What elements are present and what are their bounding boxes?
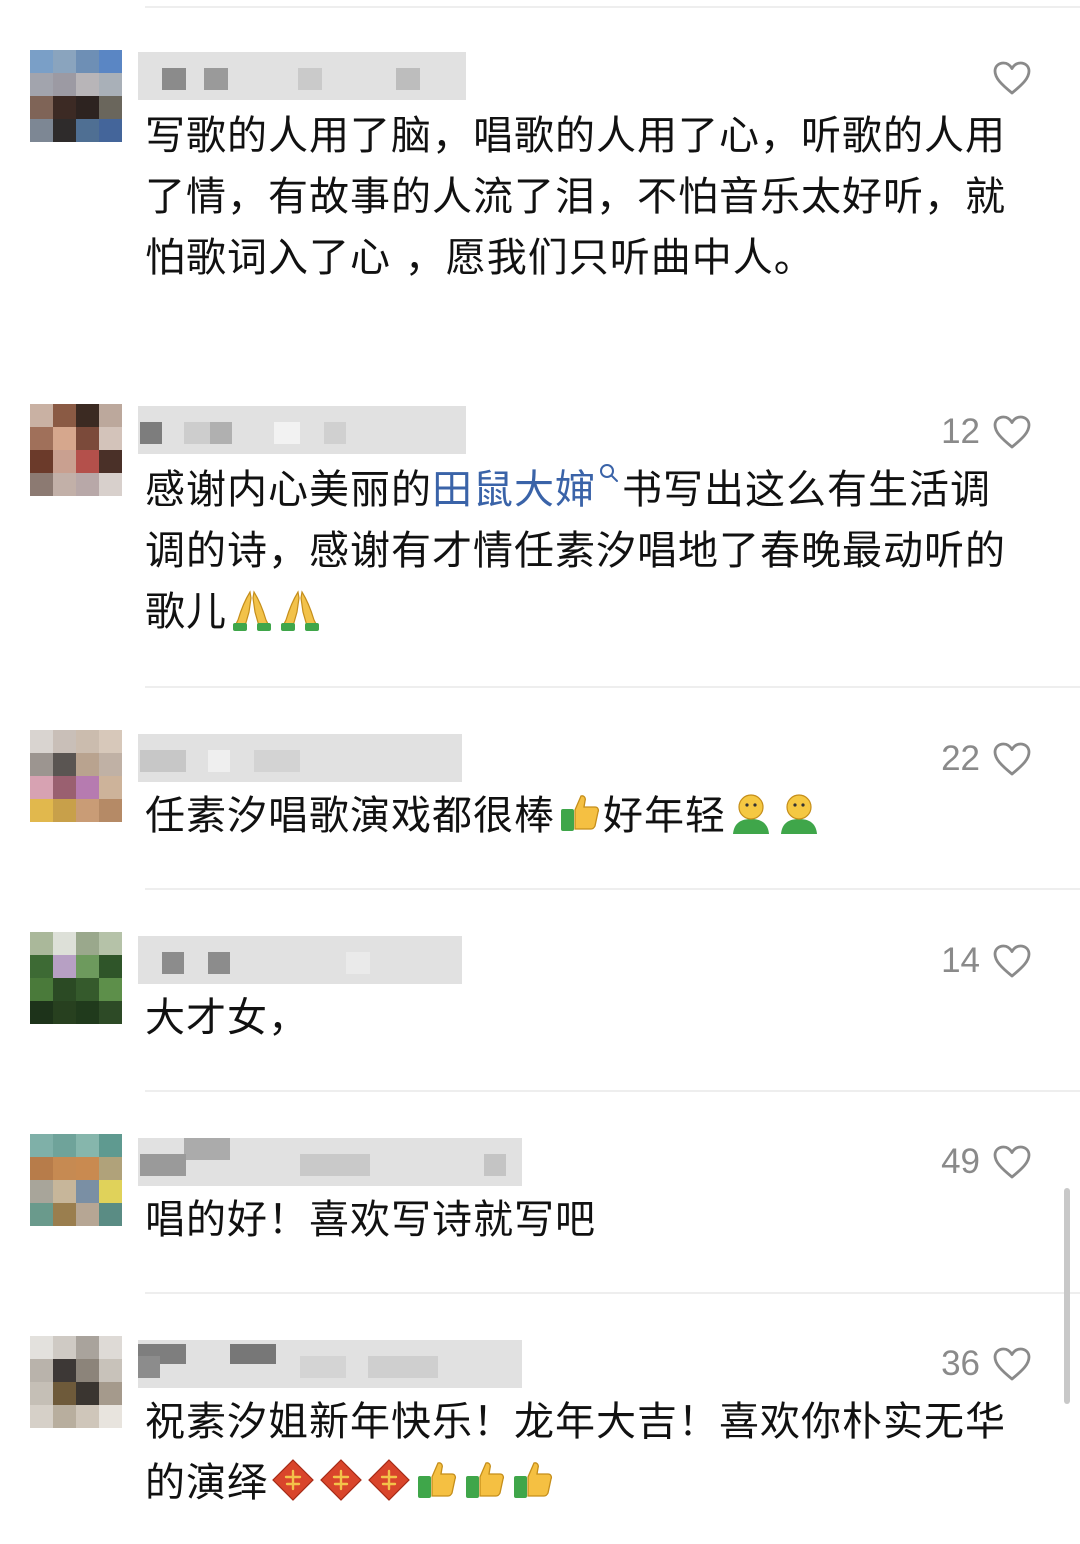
comment-text: 感谢内心美丽的田鼠大婶 书写出这么有生活调调的诗，感谢有才情任素汐唱地了春晚最动听… [145, 460, 1015, 643]
comment-text: 写歌的人用了脑，唱歌的人用了心，听歌的人用了情，有故事的人流了泪，不怕音乐太好听… [145, 106, 1015, 289]
username-redacted[interactable] [138, 1340, 522, 1388]
comment-text: 祝素汐姐新年快乐！龙年大吉！喜欢你朴实无华的演绎 [145, 1392, 1015, 1514]
comment-text: 唱的好！喜欢写诗就写吧 [145, 1190, 1015, 1251]
divider [145, 686, 1080, 688]
heart-icon[interactable] [992, 1144, 1032, 1180]
like-control[interactable] [980, 58, 1032, 98]
comment-text-segment: 大才女， [145, 995, 309, 1041]
thumbs-up-icon [418, 1462, 457, 1498]
divider [145, 1090, 1080, 1092]
comment-text-segment: 唱的好！喜欢写诗就写吧 [145, 1197, 596, 1243]
username-redacted[interactable] [138, 1138, 522, 1186]
divider [145, 1292, 1080, 1294]
comment-text: 大才女， [145, 988, 1015, 1049]
heart-icon[interactable] [992, 414, 1032, 450]
smiley-figure-icon [733, 794, 769, 834]
like-count: 36 [941, 1344, 980, 1383]
like-control[interactable]: 14 [941, 941, 1032, 981]
thumbs-up-icon [466, 1462, 505, 1498]
fu-blessing-icon [272, 1459, 314, 1501]
smiley-figure-icon [781, 794, 817, 834]
avatar[interactable] [30, 50, 122, 142]
avatar[interactable] [30, 1336, 122, 1428]
fu-blessing-icon [368, 1459, 410, 1501]
divider [145, 888, 1080, 890]
avatar[interactable] [30, 730, 122, 822]
like-control[interactable]: 12 [941, 412, 1032, 452]
username-redacted[interactable] [138, 52, 466, 100]
thumbs-up-icon [561, 795, 600, 831]
username-redacted[interactable] [138, 734, 462, 782]
fu-blessing-icon [320, 1459, 362, 1501]
like-count: 12 [941, 412, 980, 451]
like-count: 49 [941, 1142, 980, 1181]
username-redacted[interactable] [138, 406, 466, 454]
comment-text-segment: 好年轻 [603, 793, 726, 839]
like-control[interactable]: 49 [941, 1142, 1032, 1182]
like-control[interactable]: 22 [941, 739, 1032, 779]
avatar[interactable] [30, 932, 122, 1024]
like-count: 22 [941, 739, 980, 778]
heart-icon[interactable] [992, 60, 1032, 96]
like-count: 14 [941, 941, 980, 980]
thumbs-up-icon [514, 1462, 553, 1498]
mention-link[interactable]: 田鼠大婶 [432, 467, 596, 513]
folded-hands-icon [233, 590, 271, 631]
comment-text-segment: 感谢内心美丽的 [145, 467, 432, 513]
search-icon[interactable] [596, 460, 620, 500]
like-control[interactable]: 36 [941, 1344, 1032, 1384]
folded-hands-icon [281, 590, 319, 631]
comment-text-segment: 任素汐唱歌演戏都很棒 [145, 793, 555, 839]
scrollbar[interactable] [1064, 1188, 1070, 1404]
avatar[interactable] [30, 1134, 122, 1226]
avatar[interactable] [30, 404, 122, 496]
comment-text-segment: 写歌的人用了脑，唱歌的人用了心，听歌的人用了情，有故事的人流了泪，不怕音乐太好听… [145, 113, 1006, 281]
comment-text: 任素汐唱歌演戏都很棒 好年轻 [145, 786, 1015, 847]
heart-icon[interactable] [992, 1346, 1032, 1382]
heart-icon[interactable] [992, 943, 1032, 979]
divider [145, 6, 1080, 8]
username-redacted[interactable] [138, 936, 462, 984]
heart-icon[interactable] [992, 741, 1032, 777]
